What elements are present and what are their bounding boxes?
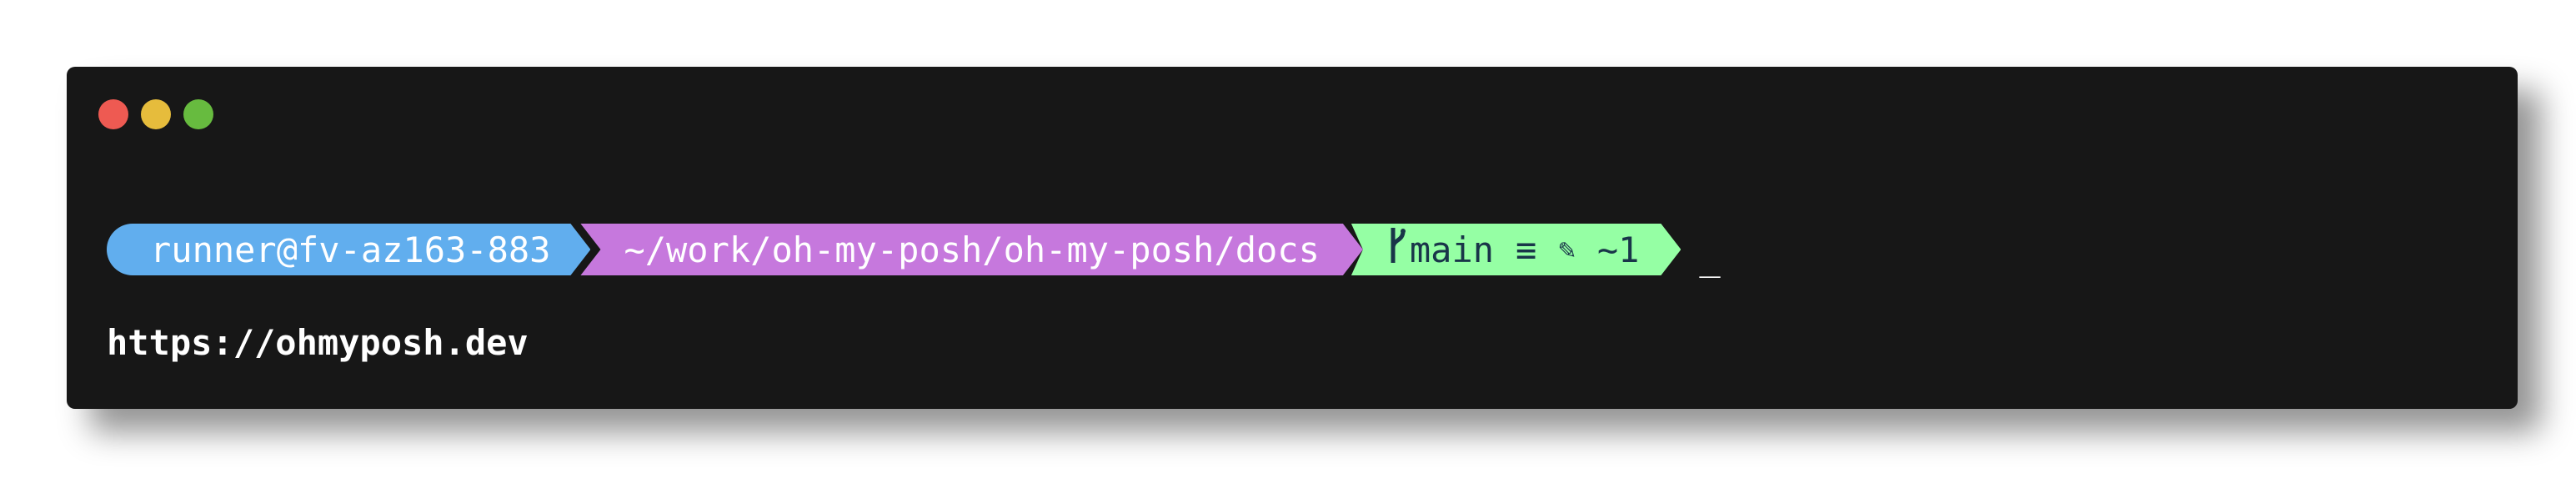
maximize-button[interactable] — [183, 99, 213, 129]
prompt-path-segment: ~/work/oh-my-posh/oh-my-posh/docs — [580, 224, 1362, 275]
git-sync-status: ≡ — [1516, 229, 1537, 270]
window-controls — [98, 99, 213, 131]
close-button[interactable] — [98, 99, 128, 129]
output-line: https://ohmyposh.dev — [107, 322, 529, 363]
current-path-text: ~/work/oh-my-posh/oh-my-posh/docs — [624, 229, 1320, 270]
prompt-user-segment: runner@fv-az163-883 — [107, 224, 590, 275]
prompt-git-segment: main ≡ ✎ ~1 — [1351, 224, 1681, 275]
git-changes-count: ~1 — [1596, 229, 1640, 270]
terminal-cursor[interactable]: _ — [1699, 240, 1720, 275]
edit-icon: ✎ — [1558, 233, 1576, 266]
git-branch-name: main — [1409, 229, 1495, 270]
minimize-button[interactable] — [141, 99, 171, 129]
terminal-window: runner@fv-az163-883 ~/work/oh-my-posh/oh… — [67, 67, 2518, 409]
shell-prompt: runner@fv-az163-883 ~/work/oh-my-posh/oh… — [107, 224, 1721, 275]
user-host-text: runner@fv-az163-883 — [150, 229, 551, 270]
git-branch-icon — [1390, 226, 1406, 273]
